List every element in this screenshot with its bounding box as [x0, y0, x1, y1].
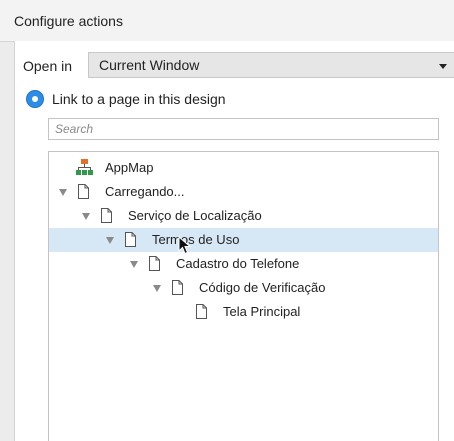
open-in-label: Open in — [23, 58, 73, 74]
page-tree: AppMap Carregando... Serviço de Localiza… — [48, 151, 439, 441]
expand-triangle-icon[interactable] — [130, 261, 138, 268]
tree-item-servico-de-localizacao[interactable]: Serviço de Localização — [49, 204, 438, 228]
tree-item-tela-principal[interactable]: Tela Principal — [49, 300, 438, 324]
tree-item-label: AppMap — [105, 160, 154, 175]
tree-item-termos-de-uso[interactable]: Termos de Uso — [49, 228, 438, 252]
open-in-select[interactable]: Current Window — [88, 52, 454, 78]
expand-triangle-icon[interactable] — [82, 213, 90, 220]
search-input[interactable] — [48, 118, 439, 140]
expand-triangle-icon[interactable] — [153, 285, 161, 292]
page-icon — [101, 208, 112, 223]
page-icon — [149, 256, 160, 271]
radio-selected-dot — [32, 96, 38, 102]
dialog-title: Configure actions — [14, 13, 123, 29]
page-icon — [125, 232, 136, 247]
sitemap-icon — [76, 159, 93, 175]
tree-item-carregando[interactable]: Carregando... — [49, 180, 438, 204]
tree-item-label: Tela Principal — [223, 304, 301, 319]
link-to-page-label[interactable]: Link to a page in this design — [52, 91, 226, 107]
tree-item-label: Serviço de Localização — [128, 208, 262, 223]
page-icon — [78, 184, 89, 199]
link-to-page-radio[interactable] — [26, 90, 44, 108]
expand-triangle-icon[interactable] — [106, 237, 114, 244]
expand-triangle-icon[interactable] — [59, 189, 67, 196]
tree-item-label: Código de Verificação — [199, 280, 326, 295]
tree-item-cadastro-do-telefone[interactable]: Cadastro do Telefone — [49, 252, 438, 276]
tree-item-appmap[interactable]: AppMap — [49, 156, 438, 180]
page-icon — [196, 304, 207, 319]
configure-actions-panel: Open in Current Window Link to a page in… — [14, 41, 454, 441]
open-in-selected-value: Current Window — [99, 57, 200, 73]
tree-item-label: Carregando... — [105, 184, 185, 199]
tree-item-label: Cadastro do Telefone — [176, 256, 300, 271]
page-icon — [172, 280, 183, 295]
tree-item-codigo-de-verificacao[interactable]: Código de Verificação — [49, 276, 438, 300]
tree-item-label: Termos de Uso — [152, 232, 240, 247]
chevron-down-icon — [439, 64, 447, 69]
dialog-header: Configure actions — [0, 0, 454, 42]
